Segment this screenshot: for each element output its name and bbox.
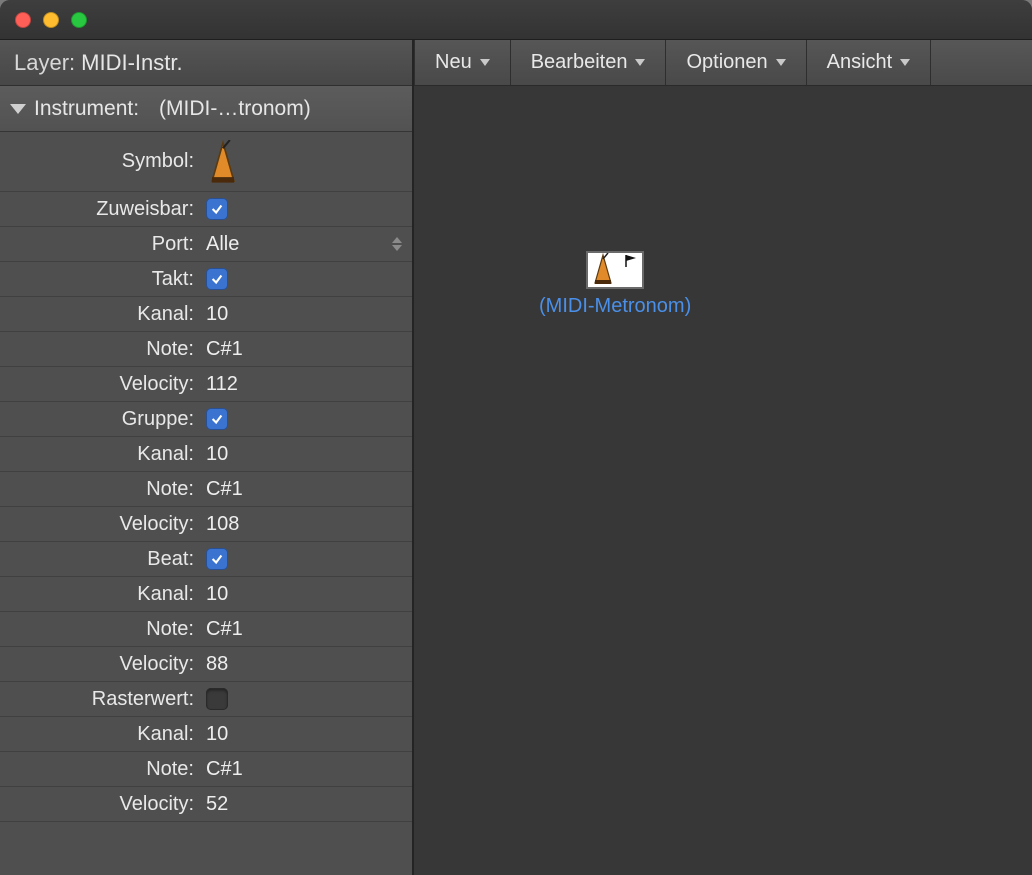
param-port[interactable]: Port: Alle [0, 227, 412, 262]
menu-ansicht[interactable]: Ansicht [807, 40, 932, 85]
checkbox-beat[interactable] [206, 548, 228, 570]
metronome-icon [590, 253, 616, 285]
param-beat-kanal[interactable]: Kanal:10 [0, 577, 412, 612]
layer-header[interactable]: Layer: MIDI-Instr. [0, 40, 412, 86]
app-window: Layer: MIDI-Instr. Instrument: (MIDI-…tr… [0, 0, 1032, 875]
param-takt-kanal[interactable]: Kanal:10 [0, 297, 412, 332]
checkbox-rasterwert[interactable] [206, 688, 228, 710]
param-beat[interactable]: Beat: [0, 542, 412, 577]
chevron-down-icon [776, 59, 786, 66]
param-zuweisbar[interactable]: Zuweisbar: [0, 192, 412, 227]
param-rasterwert-note[interactable]: Note:C#1 [0, 752, 412, 787]
parameter-list: Symbol: Zuweisbar: [0, 132, 412, 875]
label-port: Port: [0, 233, 200, 256]
environment-object-metronome[interactable]: (MIDI-Metronom) [539, 251, 691, 318]
label-takt: Takt: [0, 268, 200, 291]
param-beat-velocity[interactable]: Velocity:88 [0, 647, 412, 682]
titlebar [0, 0, 1032, 40]
metronome-icon [206, 140, 240, 184]
close-window-button[interactable] [15, 12, 31, 28]
environment-canvas: Neu Bearbeiten Optionen Ansicht [414, 40, 1032, 875]
disclosure-triangle-icon[interactable] [10, 104, 26, 114]
param-gruppe-velocity[interactable]: Velocity:108 [0, 507, 412, 542]
param-gruppe-kanal[interactable]: Kanal:10 [0, 437, 412, 472]
chevron-down-icon [900, 59, 910, 66]
canvas-area[interactable]: (MIDI-Metronom) [414, 86, 1032, 875]
instrument-header[interactable]: Instrument: (MIDI-…tronom) [0, 86, 412, 132]
param-takt[interactable]: Takt: [0, 262, 412, 297]
window-controls [15, 12, 87, 28]
chevron-down-icon [635, 59, 645, 66]
value-port: Alle [206, 233, 239, 256]
param-takt-velocity[interactable]: Velocity:112 [0, 367, 412, 402]
label-zuweisbar: Zuweisbar: [0, 198, 200, 221]
checkbox-gruppe[interactable] [206, 408, 228, 430]
param-rasterwert-kanal[interactable]: Kanal:10 [0, 717, 412, 752]
object-label: (MIDI-Metronom) [539, 295, 691, 318]
checkbox-takt[interactable] [206, 268, 228, 290]
inspector-sidebar: Layer: MIDI-Instr. Instrument: (MIDI-…tr… [0, 40, 414, 875]
minimize-window-button[interactable] [43, 12, 59, 28]
canvas-toolbar: Neu Bearbeiten Optionen Ansicht [414, 40, 1032, 86]
layer-prefix: Layer: [14, 50, 75, 76]
param-gruppe-note[interactable]: Note:C#1 [0, 472, 412, 507]
param-gruppe[interactable]: Gruppe: [0, 402, 412, 437]
param-symbol[interactable]: Symbol: [0, 132, 412, 192]
dropdown-caret-icon[interactable] [392, 237, 402, 251]
layer-name: MIDI-Instr. [81, 50, 182, 76]
menu-optionen[interactable]: Optionen [666, 40, 806, 85]
zoom-window-button[interactable] [71, 12, 87, 28]
object-icon-box [586, 251, 644, 289]
param-rasterwert-velocity[interactable]: Velocity:52 [0, 787, 412, 822]
label-symbol: Symbol: [0, 150, 200, 173]
checkbox-zuweisbar[interactable] [206, 198, 228, 220]
param-takt-note[interactable]: Note:C#1 [0, 332, 412, 367]
instrument-name: (MIDI-…tronom) [159, 97, 311, 121]
menu-neu[interactable]: Neu [414, 40, 511, 85]
flag-icon [624, 255, 638, 267]
param-rasterwert[interactable]: Rasterwert: [0, 682, 412, 717]
instrument-prefix: Instrument: [34, 97, 139, 121]
menu-bearbeiten[interactable]: Bearbeiten [511, 40, 667, 85]
param-beat-note[interactable]: Note:C#1 [0, 612, 412, 647]
chevron-down-icon [480, 59, 490, 66]
